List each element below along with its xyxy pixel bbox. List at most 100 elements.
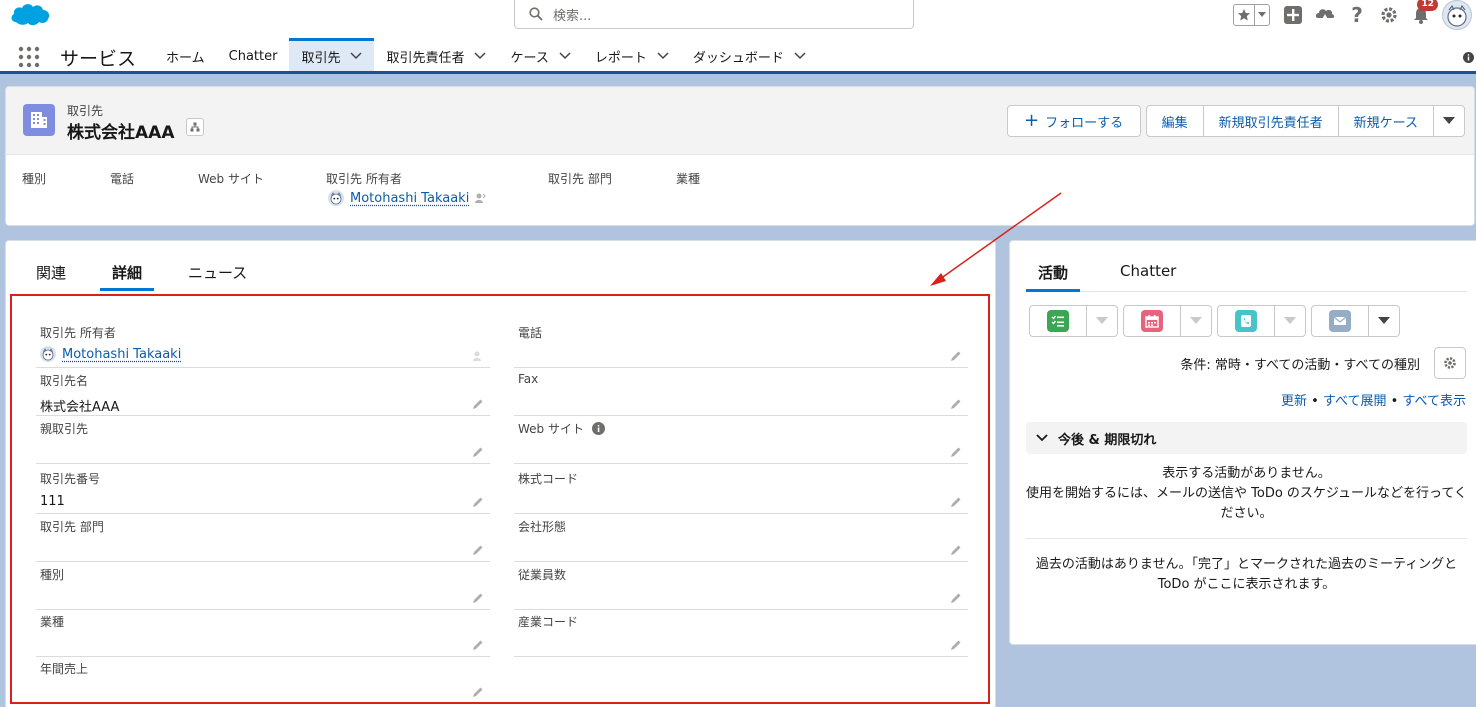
search-placeholder: 検索... [553,5,591,24]
edit-pencil-icon[interactable] [472,544,484,556]
owner-link[interactable]: Motohashi Takaaki [62,347,181,362]
task-dropdown-icon[interactable] [1087,306,1117,336]
nav-item-reports[interactable]: レポート [583,38,681,71]
edit-pencil-icon[interactable] [472,496,484,508]
expand-all-link[interactable]: すべて展開 [1323,394,1387,409]
owner-link[interactable]: Motohashi Takaaki [350,191,469,206]
chevron-down-icon[interactable] [794,52,806,60]
new-contact-button[interactable]: 新規取引先責任者 [1203,105,1339,137]
record-header-top: 取引先 株式会社AAA + フォローする 編集 新規取引先責任者 新規ケース [6,87,1474,155]
task-icon [1047,310,1069,332]
tab-related[interactable]: 関連 [34,259,68,291]
plus-icon: + [1024,112,1039,130]
nav-item-home[interactable]: ホーム [154,38,217,71]
edit-pencil-icon[interactable] [950,592,962,604]
field-account-owner: 取引先 所有者 Motohashi Takaaki [36,320,490,368]
edit-pencil-icon[interactable] [472,686,484,698]
activity-tabs: 活動 Chatter [1026,259,1467,292]
new-task-button[interactable] [1030,306,1087,336]
highlight-industry-label: 業種 [676,170,700,187]
send-email-button-group [1311,305,1400,337]
event-dropdown-icon[interactable] [1181,306,1211,336]
global-create-icon[interactable] [1282,4,1304,26]
change-owner-icon[interactable] [472,350,484,362]
more-actions-button[interactable] [1433,105,1465,137]
info-icon[interactable] [1463,52,1474,67]
edit-pencil-icon[interactable] [950,639,962,651]
field-label: 種別 [40,566,64,583]
activity-panel: 活動 Chatter 条件: 常時・すべての活動・すべての種別 更新 • すべて… [1009,240,1476,645]
divider [1026,538,1467,539]
chevron-down-icon[interactable] [657,52,669,60]
field-label: 親取引先 [40,420,88,437]
field-account-number: 取引先番号 111 [36,466,490,514]
nav-item-accounts[interactable]: 取引先 [289,38,374,71]
nav-item-contacts[interactable]: 取引先責任者 [374,38,498,71]
edit-pencil-icon[interactable] [472,592,484,604]
view-hierarchy-icon[interactable] [186,118,204,136]
chevron-down-icon[interactable] [350,52,362,60]
chevron-down-icon[interactable] [559,52,571,60]
field-industry: 業種 [36,609,490,657]
upcoming-overdue-section[interactable]: 今後 & 期限切れ [1026,422,1467,454]
edit-pencil-icon[interactable] [950,350,962,362]
record-main-card: 関連 詳細 ニュース 取引先 所有者 Motohashi Takaaki 取引先… [5,240,996,707]
field-account-name: 取引先名 株式会社AAA [36,368,490,416]
favorites-dropdown-icon[interactable] [1255,5,1269,25]
follow-button[interactable]: + フォローする [1007,105,1141,137]
edit-pencil-icon[interactable] [950,398,962,410]
field-type: 種別 [36,562,490,610]
new-event-button[interactable] [1124,306,1181,336]
edit-pencil-icon[interactable] [472,446,484,458]
nav-item-cases[interactable]: ケース [498,38,582,71]
field-fax: Fax [514,368,968,416]
user-avatar[interactable] [1442,0,1472,30]
field-phone: 電話 [514,320,968,368]
edit-pencil-icon[interactable] [950,496,962,508]
global-search-input[interactable]: 検索... [514,0,914,29]
trailhead-icon[interactable] [1314,4,1336,26]
filter-settings-button[interactable] [1434,347,1466,379]
nav-item-dashboards[interactable]: ダッシュボード [681,38,818,71]
field-annual-revenue: 年間売上 [36,656,490,704]
nav-item-label: Chatter [229,49,278,64]
setup-gear-icon[interactable] [1378,4,1400,26]
chevron-down-icon[interactable] [474,52,486,60]
tab-details[interactable]: 詳細 [100,259,154,291]
edit-pencil-icon[interactable] [950,544,962,556]
nav-item-label: レポート [595,47,647,66]
notifications-bell-icon[interactable]: 12 [1410,4,1432,26]
info-icon[interactable] [592,422,605,435]
new-case-button[interactable]: 新規ケース [1338,105,1434,137]
call-dropdown-icon[interactable] [1275,306,1305,336]
edit-pencil-icon[interactable] [472,639,484,651]
help-icon[interactable]: ? [1346,4,1368,26]
highlight-phone-label: 電話 [110,170,134,187]
view-all-link[interactable]: すべて表示 [1402,394,1466,409]
salesforce-logo-icon[interactable] [10,0,52,28]
field-ownership: 会社形態 [514,514,968,562]
change-owner-icon[interactable] [474,192,486,204]
field-label-text: Web サイト [518,420,584,437]
send-email-button[interactable] [1312,306,1369,336]
owner-avatar [40,346,56,362]
favorite-star-icon[interactable] [1234,5,1255,25]
app-launcher-waffle-icon[interactable] [18,46,40,72]
tab-activity[interactable]: 活動 [1026,259,1080,292]
email-dropdown-icon[interactable] [1369,306,1399,336]
details-section-highlighted: 取引先 所有者 Motohashi Takaaki 取引先名 株式会社AAA 親… [10,294,990,704]
edit-button[interactable]: 編集 [1146,105,1204,137]
nav-items: ホーム Chatter 取引先 取引先責任者 ケース レポート ダッシュボード [154,38,818,71]
field-account-division: 取引先 部門 [36,514,490,562]
nav-item-chatter[interactable]: Chatter [217,38,290,71]
new-task-button-group [1029,305,1118,337]
edit-pencil-icon[interactable] [472,398,484,410]
record-name: 株式会社AAA [67,118,174,143]
tab-chatter[interactable]: Chatter [1120,259,1176,292]
edit-pencil-icon[interactable] [950,446,962,458]
field-ticker-symbol: 株式コード [514,466,968,514]
refresh-link[interactable]: 更新 [1281,394,1307,409]
tab-news[interactable]: ニュース [186,259,249,291]
log-call-button[interactable] [1218,306,1275,336]
record-object-label: 取引先 [67,102,103,119]
